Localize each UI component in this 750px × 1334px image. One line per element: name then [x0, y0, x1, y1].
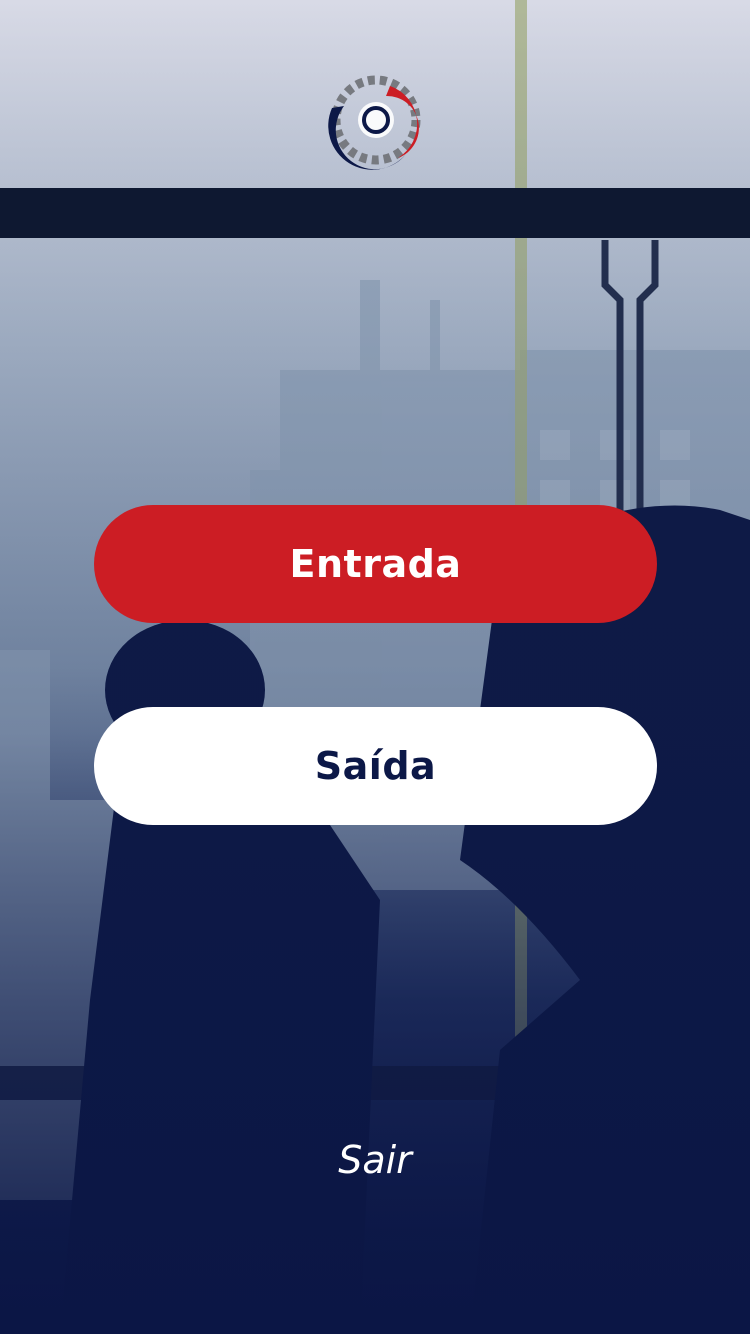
sair-link[interactable]: Sair — [0, 1138, 750, 1182]
saida-button[interactable]: Saída — [94, 707, 657, 825]
entrada-button[interactable]: Entrada — [94, 505, 657, 623]
company-logo — [328, 75, 421, 170]
background-image — [0, 0, 750, 1334]
